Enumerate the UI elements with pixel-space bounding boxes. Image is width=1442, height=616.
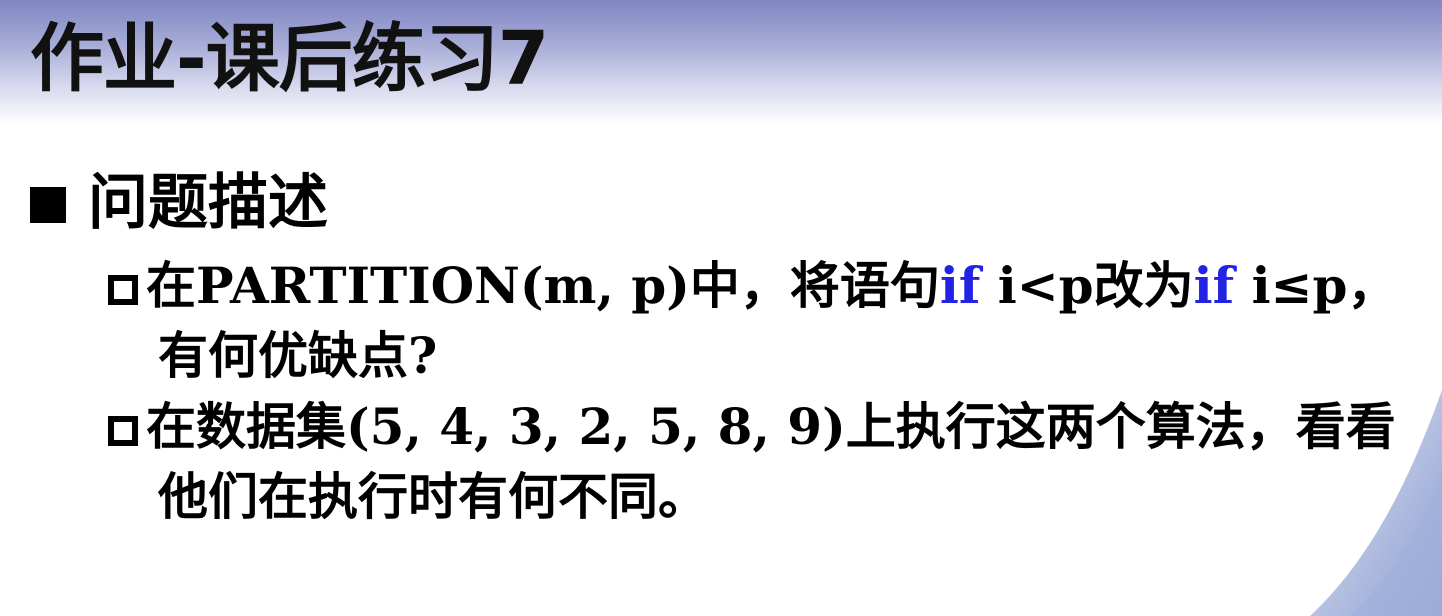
item-line: 他们在执行时有何不同。 — [158, 467, 708, 526]
item-text: 在数据集(5, 4, 3, 2, 5, 8, 9)上执行这两个算法，看看 — [146, 397, 1396, 456]
hollow-square-bullet-icon — [108, 275, 138, 305]
item-text: i≤p， — [1234, 256, 1398, 315]
square-bullet-icon — [30, 187, 66, 223]
section-heading: 问题描述 — [88, 168, 328, 238]
item-text: i<p改为 — [980, 256, 1194, 315]
keyword-if: if — [939, 256, 981, 315]
list-item: 在数据集(5, 4, 3, 2, 5, 8, 9)上执行这两个算法，看看 他们在… — [108, 392, 1408, 532]
slide-title: 作业-课后练习7 — [30, 16, 549, 102]
heading-row: 问题描述 — [30, 165, 328, 241]
item-text: 在PARTITION(m, p)中，将语句 — [146, 256, 940, 315]
item-line: 在数据集(5, 4, 3, 2, 5, 8, 9)上执行这两个算法，看看 — [108, 392, 1408, 462]
keyword-if: if — [1193, 256, 1235, 315]
hollow-square-bullet-icon — [108, 416, 138, 446]
list-item: 在PARTITION(m, p)中，将语句if i<p改为if i≤p， 有何优… — [108, 251, 1408, 391]
item-line: 在PARTITION(m, p)中，将语句if i<p改为if i≤p， — [108, 251, 1408, 321]
item-line: 有何优缺点? — [158, 326, 438, 385]
